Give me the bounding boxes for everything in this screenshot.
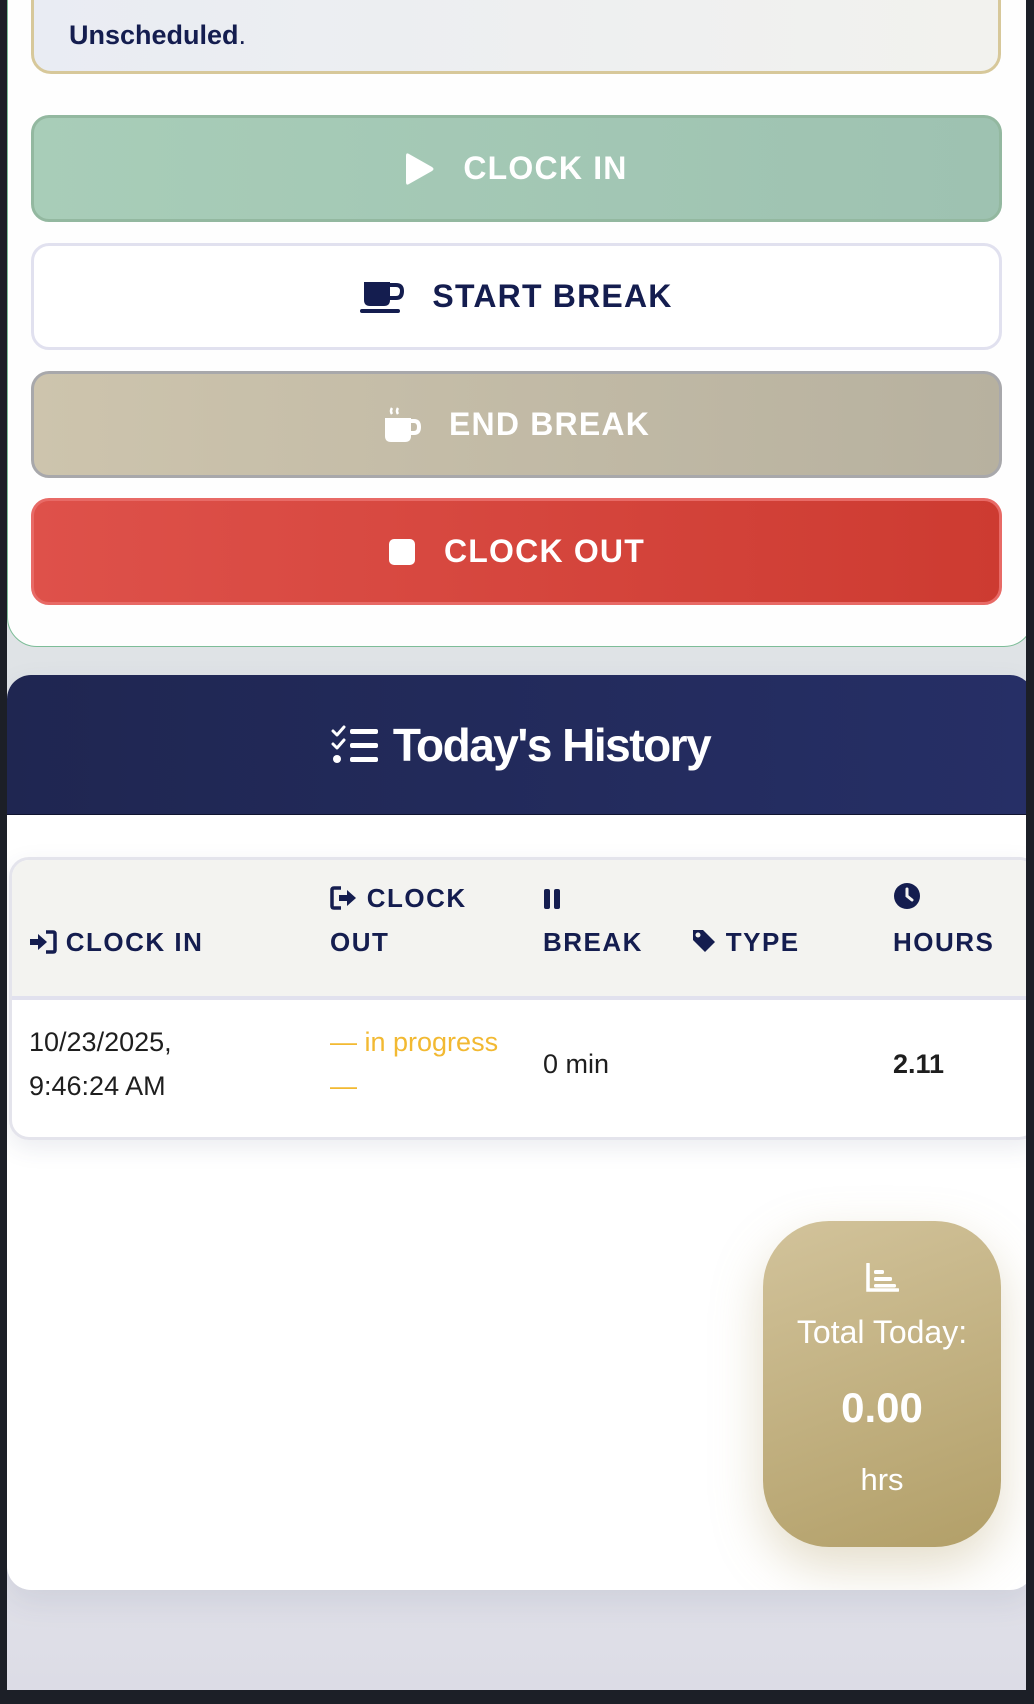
page: Unscheduled. CLOCK IN START BREAK END BR… [7,0,1026,1690]
history-card: Today's History CLOCK IN CLOCK OUT BREAK [7,675,1026,1590]
cell-clock-in-time: 9:46:24 AM [29,1071,166,1101]
column-break-label: BREAK [543,927,643,957]
column-hours[interactable]: HOURS [893,876,994,964]
pause-icon [544,889,560,909]
cell-hours: 2.11 [893,1049,945,1079]
total-value: 0.00 [841,1384,923,1431]
clock-in-label: CLOCK IN [463,150,628,186]
total-unit: hrs [860,1462,904,1497]
cell-clock-in-date: 10/23/2025, [29,1027,172,1057]
column-clock-out-label-1: CLOCK [366,883,467,913]
clock-in-button[interactable]: CLOCK IN [31,115,1002,222]
tag-icon [693,930,715,952]
notice-suffix: . [238,20,247,50]
cell-clock-in: 10/23/2025, 9:46:24 AM [29,1020,172,1108]
clock-out-button[interactable]: CLOCK OUT [31,498,1002,605]
notice-schedule-status: Unscheduled [69,20,239,50]
schedule-notice: Unscheduled. [31,0,1001,74]
history-table: CLOCK IN CLOCK OUT BREAK TYPE HOURS 10/2… [9,857,1026,1140]
notice-text: Unscheduled. [69,20,246,51]
column-clock-out-label-2: OUT [330,927,390,957]
column-clock-out[interactable]: CLOCK OUT [330,876,467,964]
cell-clock-out: — in progress — [330,1020,498,1108]
hot-mug-icon [384,406,421,442]
cell-break: 0 min [543,1049,610,1079]
chart-icon [866,1263,899,1292]
clock-out-label: CLOCK OUT [443,533,645,569]
column-clock-in-label: CLOCK IN [65,927,204,957]
play-icon [406,152,434,185]
clock-icon [894,883,920,909]
column-clock-in[interactable]: CLOCK IN [29,920,203,964]
history-header: Today's History [7,675,1026,815]
list-check-icon [331,725,378,763]
column-break[interactable]: BREAK [543,876,643,964]
mug-icon [360,281,405,313]
total-label: Total Today: [796,1314,968,1350]
stop-icon [388,538,415,565]
total-today-card: Total Today: 0.00 hrs [763,1221,1001,1547]
end-break-label: END BREAK [448,406,651,442]
sign-in-icon [30,930,57,954]
sign-out-icon [330,886,356,910]
start-break-button[interactable]: START BREAK [31,243,1002,350]
column-type-label: TYPE [725,927,800,957]
start-break-label: START BREAK [432,278,673,314]
table-header: CLOCK IN CLOCK OUT BREAK TYPE HOURS [12,860,1026,1000]
column-type[interactable]: TYPE [691,920,800,964]
cell-clock-out-dash: — [330,1071,357,1101]
history-title: Today's History [392,718,712,771]
column-hours-label: HOURS [893,927,995,957]
end-break-button[interactable]: END BREAK [31,371,1002,478]
cell-clock-out-status: — in progress [330,1027,499,1057]
